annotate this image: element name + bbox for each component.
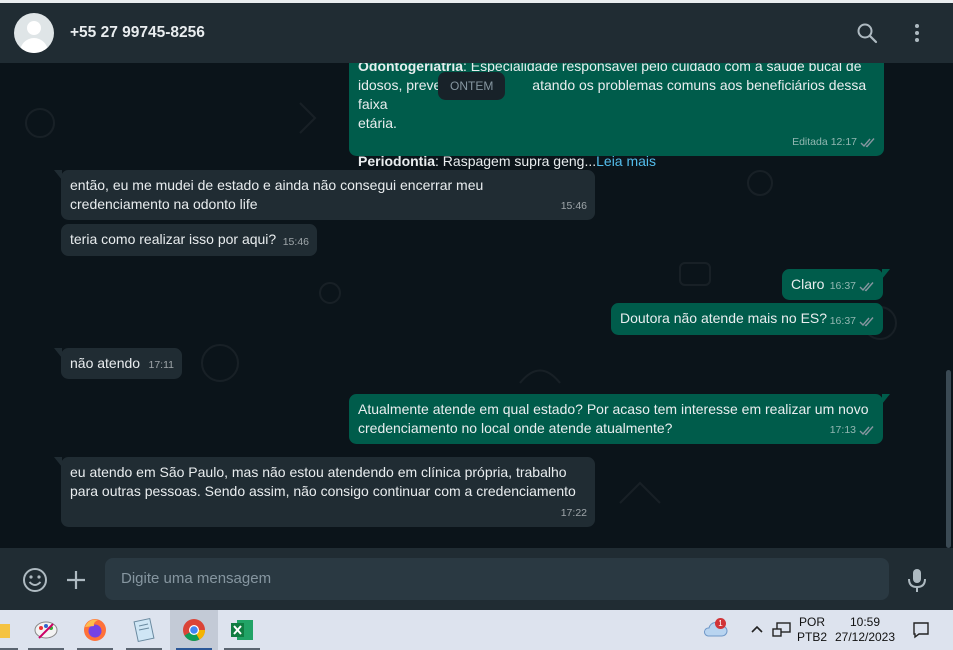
message-outgoing[interactable]: Atualmente atende em qual estado? Por ac…	[349, 394, 890, 444]
message-meta: 17:13	[830, 421, 875, 440]
message-text-line: credenciamento na odonto life	[70, 196, 258, 212]
message-composer: Digite uma mensagem	[0, 548, 953, 610]
taskbar-app[interactable]	[71, 610, 119, 650]
search-icon[interactable]	[855, 21, 879, 45]
whatsapp-web-window: +55 27 99745-8256 Odontogeriatria: Espec	[0, 0, 953, 650]
taskbar-app[interactable]	[120, 610, 168, 650]
double-check-icon	[859, 282, 874, 292]
paint-icon[interactable]	[33, 618, 59, 642]
avatar-head-shape	[27, 21, 41, 35]
network-icon[interactable]	[772, 621, 792, 639]
excel-icon[interactable]	[229, 618, 255, 642]
bubble-tail	[882, 269, 890, 279]
message-text-line: credenciamento no local onde atende atua…	[358, 420, 673, 436]
taskbar-app[interactable]	[218, 610, 266, 650]
message-meta: 15:46	[283, 233, 309, 252]
message-incoming[interactable]: não atendo 17:11	[54, 348, 182, 379]
message-time: 15:46	[282, 236, 309, 248]
message-meta: Editada 12:17	[792, 133, 876, 152]
bubble-tail	[54, 348, 62, 358]
message-outgoing[interactable]: Odontogeriatria: Especialidade responsáv…	[349, 63, 884, 169]
read-more-link[interactable]: Leia mais	[596, 153, 656, 169]
chat-scrollbar[interactable]	[946, 370, 951, 548]
firefox-icon[interactable]	[82, 617, 108, 643]
message-list[interactable]: Odontogeriatria: Especialidade responsáv…	[0, 63, 953, 548]
menu-icon[interactable]	[905, 21, 929, 45]
notepad-icon[interactable]	[131, 617, 157, 643]
message-text-line: então, eu me mudei de estado e ainda não…	[70, 177, 484, 193]
message-incoming[interactable]: teria como realizar isso por aqui? 15:46	[61, 224, 317, 256]
message-incoming[interactable]: eu atendo em São Paulo, mas não estou at…	[54, 457, 595, 527]
notification-center-icon[interactable]	[911, 620, 931, 640]
message-meta: 16:37	[830, 312, 875, 331]
double-check-icon	[859, 317, 874, 327]
contact-avatar[interactable]	[14, 13, 54, 53]
message-time: 17:11	[148, 359, 175, 371]
message-time: 15:46	[560, 200, 587, 212]
notification-badge: 1	[715, 618, 726, 629]
bubble-tail	[54, 457, 62, 467]
microphone-icon[interactable]	[904, 567, 930, 593]
bubble-tail	[54, 170, 62, 180]
message-meta: 15:46	[561, 197, 587, 216]
clock-date: 27/12/2023	[834, 630, 896, 644]
language-label: POR	[798, 615, 825, 629]
chat-header[interactable]: +55 27 99745-8256	[0, 3, 953, 63]
chrome-icon[interactable]	[181, 617, 207, 643]
message-outgoing[interactable]: Claro 16:37	[782, 269, 890, 300]
double-check-icon	[860, 138, 875, 148]
message-input[interactable]: Digite uma mensagem	[105, 558, 889, 600]
message-incoming[interactable]: então, eu me mudei de estado e ainda não…	[54, 170, 595, 220]
message-text-line: etária.	[358, 115, 397, 131]
message-text-line: Periodontia: Raspagem supra geng...Leia …	[358, 153, 657, 169]
date-divider: ONTEM	[438, 72, 506, 100]
clock[interactable]: 10:59 27/12/2023	[832, 615, 898, 645]
message-meta: 17:22	[561, 504, 587, 523]
taskbar-app[interactable]	[0, 610, 24, 650]
message-time: 17:22	[560, 507, 587, 519]
language-indicator[interactable]: POR PTB2	[797, 615, 827, 645]
keyboard-layout-label: PTB2	[797, 630, 828, 644]
message-meta: 16:37	[830, 277, 875, 296]
message-text: teria como realizar isso por aqui?	[70, 231, 277, 247]
clock-time: 10:59	[849, 615, 881, 629]
message-meta: 17:11	[149, 356, 175, 375]
edited-label: Editada	[792, 136, 828, 148]
emoji-icon[interactable]	[22, 567, 48, 593]
attach-plus-icon[interactable]	[63, 567, 89, 593]
message-text-line: Odontogeriatria: Especialidade responsáv…	[358, 63, 862, 74]
contact-name[interactable]: +55 27 99745-8256	[70, 24, 205, 42]
message-time: 17:13	[829, 424, 856, 436]
message-text-line: Atualmente atende em qual estado? Por ac…	[358, 401, 869, 417]
chevron-up-icon[interactable]	[750, 624, 764, 634]
message-text-line: para outras pessoas. Sendo assim, não co…	[70, 483, 576, 499]
message-text-line: eu atendo em São Paulo, mas não estou at…	[70, 464, 567, 480]
message-time: 12:17	[830, 136, 857, 148]
taskbar-app[interactable]	[22, 610, 70, 650]
file-explorer-icon[interactable]	[0, 620, 12, 640]
avatar-body-shape	[20, 38, 48, 53]
taskbar-app-active[interactable]	[170, 610, 218, 650]
double-check-icon	[859, 426, 874, 436]
windows-taskbar: 1 POR PTB2 10:59 27/12/2023	[0, 610, 953, 650]
message-text-line: idosos, preve atando os problemas comuns …	[358, 77, 867, 112]
message-outgoing[interactable]: Doutora não atende mais no ES? 16:37	[611, 303, 883, 335]
bubble-tail	[882, 394, 890, 404]
message-time: 16:37	[829, 315, 856, 327]
message-time: 16:37	[829, 280, 856, 292]
